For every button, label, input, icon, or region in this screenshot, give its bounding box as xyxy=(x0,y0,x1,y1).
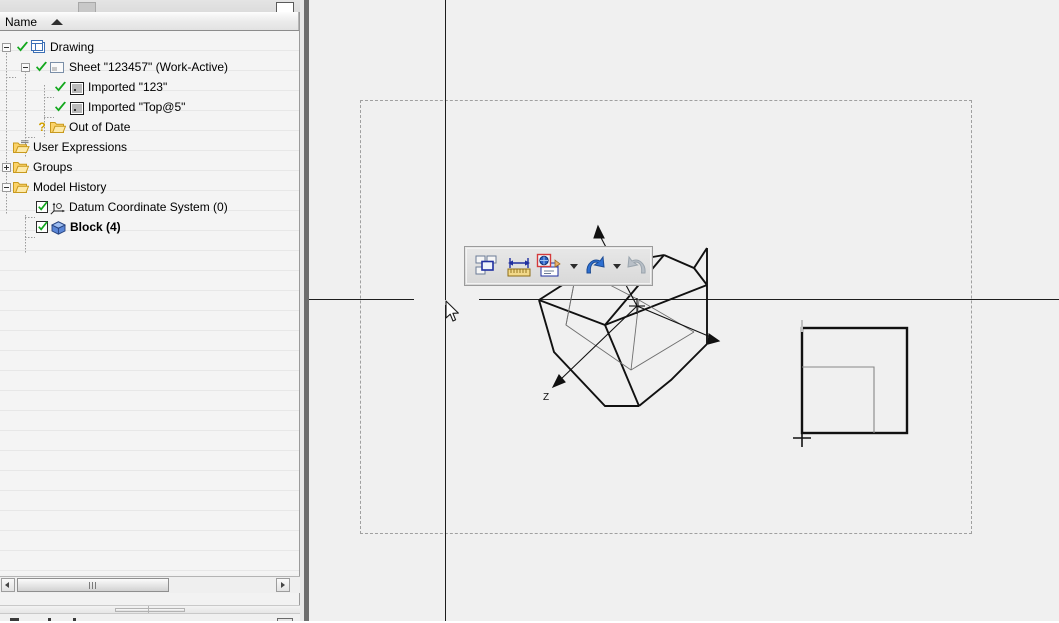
block-cube-icon xyxy=(50,221,67,241)
undo-arrow-icon xyxy=(586,255,605,274)
green-check-icon xyxy=(16,41,29,54)
tree-item-block[interactable]: Block (4) xyxy=(0,217,299,237)
green-check-icon xyxy=(54,81,67,94)
tree-item-sheet[interactable]: Sheet "123457" (Work-Active) xyxy=(0,57,299,77)
tree-item-label: Block (4) xyxy=(70,220,121,234)
scroll-thumb-grip xyxy=(89,582,97,589)
tree-item-label: Imported "123" xyxy=(88,80,168,94)
tree-connector xyxy=(25,237,35,238)
tree-item-groups[interactable]: Groups xyxy=(0,157,299,177)
expander-collapse-icon[interactable] xyxy=(21,63,30,72)
tree-item-user-expressions[interactable]: User Expressions xyxy=(0,137,299,157)
dimension-button[interactable] xyxy=(505,252,533,280)
tree-item-model-history[interactable]: Model History xyxy=(0,177,299,197)
tree-item-label: Out of Date xyxy=(69,120,131,134)
navigator-horizontal-scrollbar[interactable] xyxy=(0,576,300,593)
scroll-left-arrow-icon[interactable] xyxy=(1,578,15,592)
visibility-checkbox[interactable] xyxy=(36,221,48,233)
tree-item-imported-123[interactable]: Imported "123" xyxy=(0,77,299,97)
tree-item-datum-csys[interactable]: Datum Coordinate System (0) xyxy=(0,197,299,217)
redo-button xyxy=(623,252,651,280)
scroll-right-arrow-icon[interactable] xyxy=(276,578,290,592)
question-mark-icon: ? xyxy=(38,120,46,134)
measure-ruler-icon xyxy=(507,258,531,277)
undo-chevron-down-icon[interactable] xyxy=(613,264,621,269)
floating-mini-toolbar[interactable] xyxy=(464,246,653,286)
tree-item-label: Datum Coordinate System (0) xyxy=(69,200,228,214)
arrange-views-button[interactable] xyxy=(473,252,501,280)
column-divider[interactable] xyxy=(298,12,299,30)
splitter-tick xyxy=(148,606,149,613)
update-view-icon xyxy=(536,253,561,277)
update-views-chevron-down-icon[interactable] xyxy=(570,264,578,269)
redo-arrow-icon xyxy=(627,255,646,274)
panel-splitter[interactable] xyxy=(0,605,300,614)
navigator-tree[interactable]: Drawing Sheet "123457" (Work-Active) Imp… xyxy=(0,31,299,574)
expander-expand-icon[interactable] xyxy=(2,163,11,172)
tree-item-label: Imported "Top@5" xyxy=(88,100,186,114)
mouse-arrow-cursor xyxy=(445,300,459,322)
update-views-button[interactable] xyxy=(535,252,563,280)
tree-item-label: User Expressions xyxy=(33,140,128,154)
splitter-grip[interactable] xyxy=(115,608,185,612)
tree-item-out-of-date[interactable]: ? Out of Date xyxy=(0,117,299,137)
part-navigator-panel: Name Drawing Sheet "123457" (Work-Active… xyxy=(0,12,300,612)
green-check-icon xyxy=(54,101,67,114)
svg-text:Z: Z xyxy=(543,392,549,403)
tree-item-label: Drawing xyxy=(50,40,95,54)
tree-item-label: Groups xyxy=(33,160,73,174)
arrange-windows-icon xyxy=(475,255,497,275)
tree-item-imported-top5[interactable]: Imported "Top@5" xyxy=(0,97,299,117)
tree-item-label: Sheet "123457" (Work-Active) xyxy=(69,60,229,74)
tree-item-drawing[interactable]: Drawing xyxy=(0,37,299,57)
expander-collapse-icon[interactable] xyxy=(2,183,11,192)
square-profile-view xyxy=(793,320,909,447)
horizontal-scroll-thumb[interactable] xyxy=(17,578,169,592)
undo-button[interactable] xyxy=(581,252,609,280)
navigator-column-header[interactable]: Name xyxy=(0,12,299,31)
drawing-viewport[interactable]: Z xyxy=(309,0,1059,623)
tree-item-label: Model History xyxy=(33,180,107,194)
green-check-icon xyxy=(35,61,48,74)
wireframe-block[interactable]: Z xyxy=(309,0,1059,623)
application-window: Name Drawing Sheet "123457" (Work-Active… xyxy=(0,0,1059,623)
visibility-checkbox[interactable] xyxy=(36,201,48,213)
column-header-name[interactable]: Name xyxy=(5,15,37,29)
expander-collapse-icon[interactable] xyxy=(2,43,11,52)
sort-ascending-arrow-icon[interactable] xyxy=(51,19,63,25)
